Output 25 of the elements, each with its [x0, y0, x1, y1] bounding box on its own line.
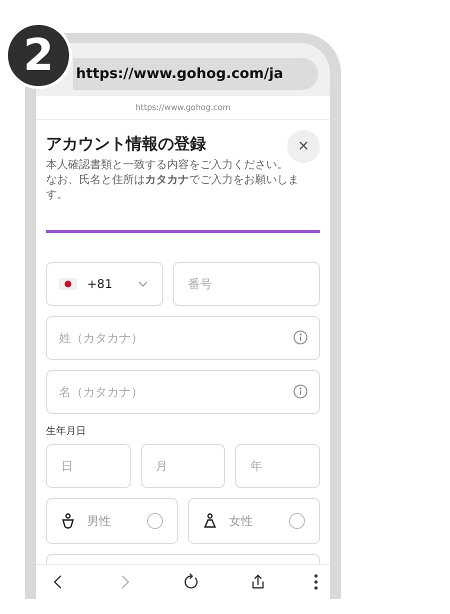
- info-icon: [293, 330, 308, 345]
- page-url: https://www.gohog.com: [136, 102, 230, 114]
- phone-number-field[interactable]: 番号: [173, 262, 320, 306]
- country-code-select[interactable]: +81: [46, 262, 163, 306]
- flag-icon: [59, 278, 77, 290]
- address-bar[interactable]: https://www.gohog.com/ja: [73, 58, 318, 90]
- info-icon: [293, 384, 308, 399]
- radio-button[interactable]: [289, 513, 305, 529]
- chevron-down-icon: [138, 281, 148, 287]
- name-field[interactable]: 姓（カタカナ）: [46, 316, 320, 360]
- name-field[interactable]: 名（カタカナ）: [46, 370, 320, 414]
- date-field[interactable]: 日: [46, 444, 131, 488]
- close-button[interactable]: ×: [287, 130, 320, 163]
- more-icon: [314, 574, 318, 590]
- date-field[interactable]: 年: [235, 444, 320, 488]
- step-badge: 2: [5, 22, 72, 89]
- description-text: なお、氏名と住所はカタカナでご入力をお願いします。: [46, 172, 300, 202]
- dialog-title: アカウント情報の登録: [46, 133, 206, 155]
- date-field[interactable]: 月: [140, 444, 226, 488]
- description-text: 本人確認書類と一致する内容をご入力ください。: [46, 157, 289, 172]
- country-code: +81: [87, 276, 114, 293]
- female-figure-icon: [203, 513, 217, 529]
- radio-button[interactable]: [147, 513, 163, 529]
- male-figure-icon: [61, 513, 75, 529]
- birthday-label: 生年月日: [46, 424, 87, 439]
